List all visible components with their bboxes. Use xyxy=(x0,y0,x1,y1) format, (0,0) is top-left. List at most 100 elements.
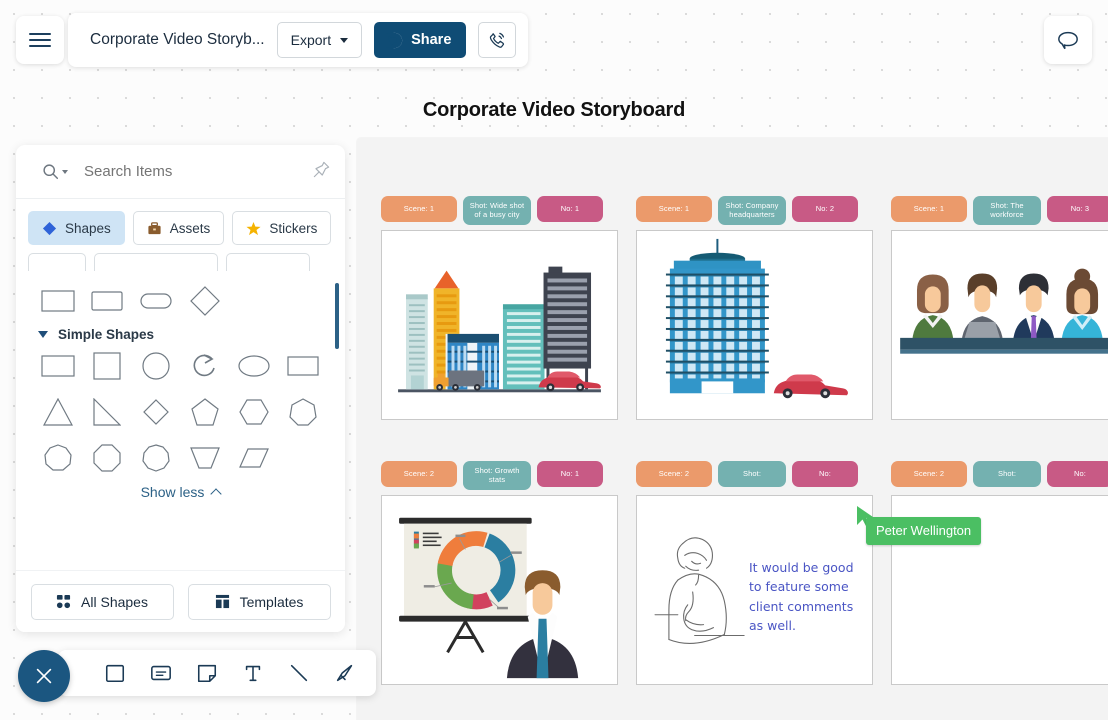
card-tag-group: Scene: 2 Shot: Growth stats No: 1 xyxy=(381,461,603,490)
city-skyline-illustration xyxy=(382,231,617,419)
call-button[interactable] xyxy=(478,22,517,58)
shape-pill[interactable] xyxy=(132,281,181,321)
card-sketch-text: It would be good to feature some client … xyxy=(749,560,854,634)
tab-assets[interactable]: Assets xyxy=(132,211,225,245)
card-shot-tag[interactable]: Shot: Company headquarters xyxy=(718,196,786,225)
search-filter-dropdown[interactable] xyxy=(42,163,68,180)
note-tool[interactable] xyxy=(194,660,220,686)
card-image-frame[interactable] xyxy=(381,230,618,420)
pen-tool[interactable] xyxy=(332,660,358,686)
share-button[interactable]: Share xyxy=(374,22,467,58)
shape-right-triangle[interactable] xyxy=(83,392,132,432)
card-no-tag[interactable]: No: 2 xyxy=(792,196,858,222)
all-shapes-label: All Shapes xyxy=(81,593,148,610)
card-scene-tag[interactable]: Scene: 2 xyxy=(891,461,967,487)
pin-panel-button[interactable] xyxy=(312,160,331,184)
card-image-frame[interactable] xyxy=(381,495,618,685)
card-no-tag[interactable]: No: 1 xyxy=(537,196,603,222)
templates-button[interactable]: Templates xyxy=(187,583,331,620)
card-tool[interactable] xyxy=(148,660,174,686)
shape-decagon[interactable] xyxy=(132,438,181,478)
shape-diamond[interactable] xyxy=(132,392,181,432)
close-x-icon xyxy=(36,668,52,684)
grid-dots-icon xyxy=(56,594,71,609)
shape-rectangle[interactable] xyxy=(34,281,83,321)
card-image-frame[interactable] xyxy=(891,230,1108,420)
card-scene-tag[interactable]: Scene: 2 xyxy=(381,461,457,487)
card-no-tag[interactable]: No: xyxy=(1047,461,1108,487)
sticky-note-icon xyxy=(197,664,217,683)
card-shot-tag[interactable]: Shot: Growth stats xyxy=(463,461,531,490)
panel-scrollbar-thumb[interactable] xyxy=(335,283,339,349)
card-shot-tag[interactable]: Shot: xyxy=(973,461,1041,487)
shape-ellipse[interactable] xyxy=(229,346,278,386)
shape-circle[interactable] xyxy=(132,346,181,386)
card-shot-tag[interactable]: Shot: The workforce xyxy=(973,196,1041,225)
diamond-icon xyxy=(42,221,57,235)
shape-tool[interactable] xyxy=(102,660,128,686)
shape-pentagon[interactable] xyxy=(180,392,229,432)
export-button[interactable]: Export xyxy=(276,22,363,58)
shape-heptagon[interactable] xyxy=(278,392,327,432)
shape-rectangle-wide[interactable] xyxy=(278,346,327,386)
office-building-illustration xyxy=(637,231,872,419)
template-icon xyxy=(215,594,229,609)
recent-shapes-grid xyxy=(20,281,341,321)
card-no-tag[interactable]: No: 1 xyxy=(537,461,603,487)
shape-rounded-rectangle[interactable] xyxy=(83,281,132,321)
card-icon xyxy=(151,665,171,681)
shape-square[interactable] xyxy=(83,346,132,386)
shape-rectangle[interactable] xyxy=(34,346,83,386)
line-tool[interactable] xyxy=(286,660,312,686)
tab-stickers[interactable]: Stickers xyxy=(232,211,332,245)
card-no-tag[interactable]: No: 3 xyxy=(1047,196,1108,222)
comments-button[interactable] xyxy=(1044,16,1092,64)
pin-icon xyxy=(313,161,330,178)
tab-shapes[interactable]: Shapes xyxy=(28,211,125,245)
filter-chip[interactable] xyxy=(28,253,86,271)
diagonal-line-icon xyxy=(290,664,308,682)
shape-parallelogram[interactable] xyxy=(229,438,278,478)
card-image-frame[interactable] xyxy=(636,230,873,420)
text-tool[interactable] xyxy=(240,660,266,686)
card-scene-tag[interactable]: Scene: 2 xyxy=(636,461,712,487)
shape-triangle[interactable] xyxy=(34,392,83,432)
shape-diamond[interactable] xyxy=(180,281,229,321)
shape-arc-arrow[interactable] xyxy=(180,346,229,386)
bottom-toolbar xyxy=(58,650,376,696)
triangle-down-icon xyxy=(38,331,48,338)
text-t-icon xyxy=(245,665,261,682)
card-tag-group: Scene: 1 Shot: Wide shot of a busy city … xyxy=(381,196,603,225)
shape-trapezoid-down[interactable] xyxy=(180,438,229,478)
star-icon xyxy=(246,221,261,235)
card-shot-tag[interactable]: Shot: xyxy=(718,461,786,487)
card-shot-tag[interactable]: Shot: Wide shot of a busy city xyxy=(463,196,531,225)
filter-chip[interactable] xyxy=(94,253,218,271)
filter-chip[interactable] xyxy=(226,253,310,271)
shape-group-simple-shapes[interactable]: Simple Shapes xyxy=(20,321,341,346)
search-input[interactable] xyxy=(82,162,282,181)
document-title[interactable]: Corporate Video Storyb... xyxy=(90,31,265,49)
tab-shapes-label: Shapes xyxy=(65,220,111,236)
shape-slot-empty xyxy=(229,281,278,321)
card-tag-group: Scene: 2 Shot: No: xyxy=(891,461,1108,487)
filter-chip-row xyxy=(16,253,345,271)
shape-hexagon[interactable] xyxy=(229,392,278,432)
phone-ring-icon xyxy=(489,32,504,48)
presentation-chart-illustration xyxy=(382,496,617,684)
shape-nonagon[interactable] xyxy=(34,438,83,478)
card-no-tag[interactable]: No: xyxy=(792,461,858,487)
card-scene-tag[interactable]: Scene: 1 xyxy=(891,196,967,222)
shape-list-scroll-area[interactable]: Simple Shapes Show less xyxy=(16,273,345,603)
close-panel-button[interactable] xyxy=(18,650,70,702)
card-scene-tag[interactable]: Scene: 1 xyxy=(636,196,712,222)
main-menu-button[interactable] xyxy=(16,16,64,64)
briefcase-icon xyxy=(148,221,161,234)
shape-octagon[interactable] xyxy=(83,438,132,478)
card-scene-tag[interactable]: Scene: 1 xyxy=(381,196,457,222)
card-image-frame[interactable]: It would be good to feature some client … xyxy=(636,495,873,685)
export-label: Export xyxy=(290,32,332,48)
all-shapes-button[interactable]: All Shapes xyxy=(30,583,174,620)
show-less-button[interactable]: Show less xyxy=(20,484,341,500)
app-root: Corporate Video Storyboard Scene: 1 Shot… xyxy=(0,0,1108,720)
